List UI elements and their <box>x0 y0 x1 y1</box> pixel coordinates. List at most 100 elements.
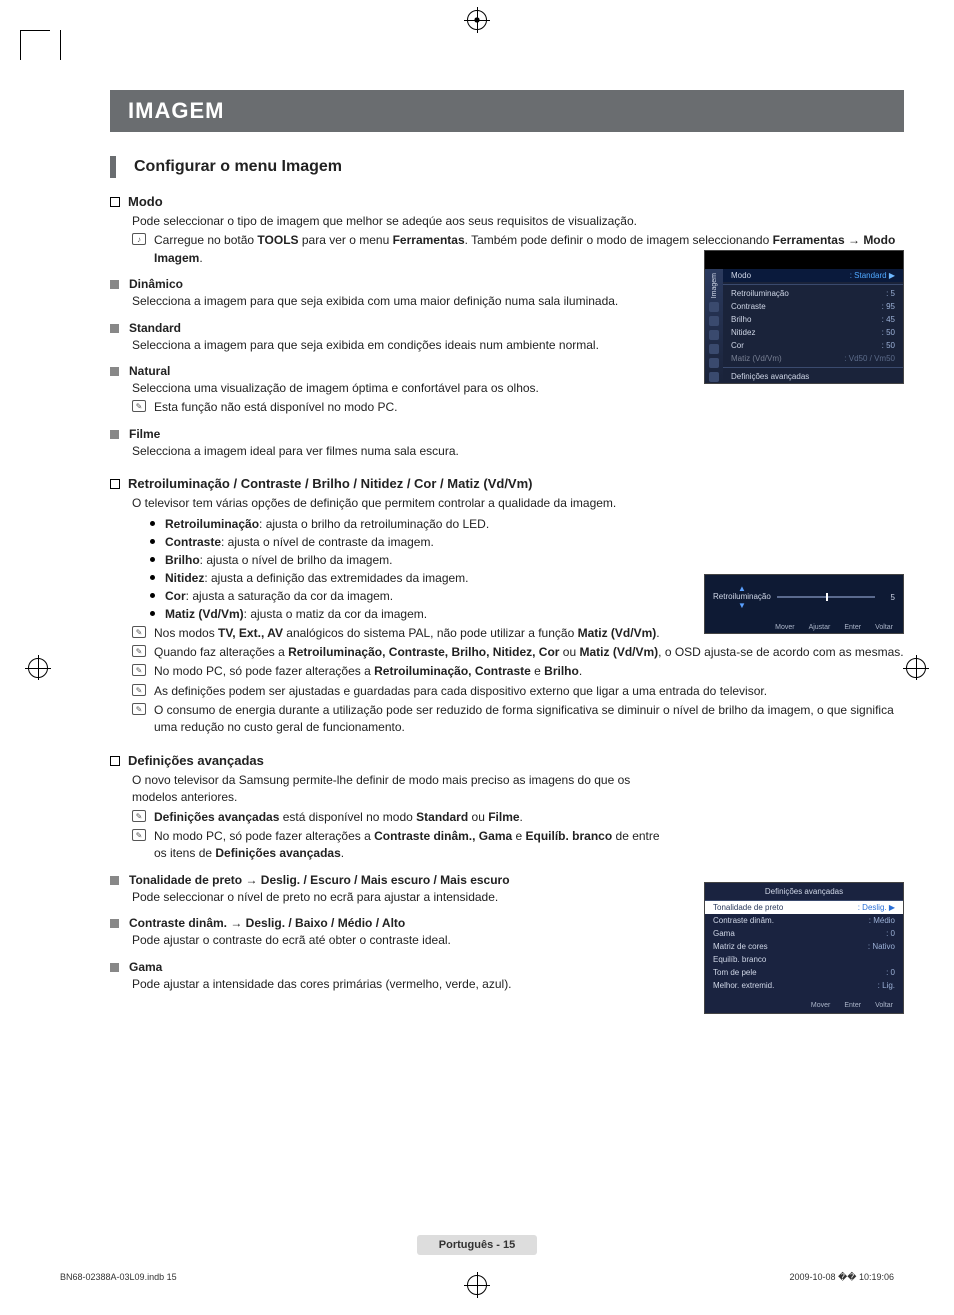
osd-icon <box>709 330 719 340</box>
note-icon: ✎ <box>132 810 146 822</box>
bullet-dot-icon <box>150 593 155 598</box>
body-modo: Pode seleccionar o tipo de imagem que me… <box>132 213 904 230</box>
osd-icon <box>709 302 719 312</box>
imprint-line: BN68-02388A-03L09.indb 15 2009-10-08 �� … <box>60 1272 894 1283</box>
square-bullet-icon <box>110 876 119 885</box>
section-bar-icon <box>110 156 116 178</box>
osd-row: Melhor. extremid.: Lig. <box>705 979 903 992</box>
text: Nos modos TV, Ext., AV analógicos do sis… <box>154 625 660 642</box>
bullet-dot-icon <box>150 539 155 544</box>
square-bullet-icon <box>110 963 119 972</box>
note-retro-3: ✎ No modo PC, só pode fazer alterações a… <box>132 663 904 680</box>
text: Quando faz alterações a Retroiluminação,… <box>154 644 904 661</box>
document-page: IMAGEM Configurar o menu Imagem Modo Pod… <box>0 0 954 993</box>
note-icon: ✎ <box>132 645 146 657</box>
text: No modo PC, só pode fazer alterações a C… <box>154 828 672 863</box>
text: Retroiluminação: ajusta o brilho da retr… <box>165 515 489 533</box>
bullet-dot-icon <box>150 611 155 616</box>
note-icon: ✎ <box>132 626 146 638</box>
heading-defav: Definições avançadas <box>110 753 904 768</box>
osd-icon <box>709 344 719 354</box>
osd-row: Matriz de cores: Nativo <box>705 940 903 953</box>
osd-title: Definições avançadas <box>705 883 903 901</box>
osd-screenshot-mode: Imagem Modo : Standard ▶ Retroiluminação… <box>704 250 904 384</box>
bullet-item: Retroiluminação: ajusta o brilho da retr… <box>150 515 904 533</box>
osd-screenshot-advanced: Definições avançadas Tonalidade de preto… <box>704 882 904 1014</box>
text: Brilho: ajusta o nível de brilho da imag… <box>165 551 392 569</box>
square-bullet-icon <box>110 919 119 928</box>
square-bullet-icon <box>110 367 119 376</box>
osd-row-selected: Modo : Standard ▶ <box>723 269 903 282</box>
note-defav-1: ✎ Definições avançadas está disponível n… <box>132 809 904 826</box>
body-defav-intro: O novo televisor da Samsung permite-lhe … <box>132 772 672 807</box>
osd-icon <box>709 316 719 326</box>
text: Nitidez: ajusta a definição das extremid… <box>165 569 469 587</box>
osd-footer-item: Voltar <box>875 624 893 631</box>
text: Definições avançadas está disponível no … <box>154 809 523 826</box>
body-retro-intro: O televisor tem várias opções de definiç… <box>132 495 904 512</box>
text: O consumo de energia durante a utilizaçã… <box>154 702 904 737</box>
note-retro-2: ✎ Quando faz alterações a Retroiluminaçã… <box>132 644 904 661</box>
note-icon: ✎ <box>132 684 146 696</box>
page-footer: Português - 15 <box>0 1235 954 1255</box>
osd-row: Cor: 50 <box>723 339 903 352</box>
square-bullet-icon <box>110 280 119 289</box>
note-icon: ✎ <box>132 400 146 412</box>
osd-row: Retroiluminação: 5 <box>723 287 903 300</box>
osd-footer-item: Ajustar <box>809 624 831 631</box>
osd-row: Matiz (Vd/Vm): Vd50 / Vm50 <box>723 352 903 365</box>
osd-row: Tonalidade de preto: Deslig. ▶ <box>705 901 903 914</box>
checkbox-marker-icon <box>110 197 120 207</box>
osd-row: Gama: 0 <box>705 927 903 940</box>
bullet-item: Brilho: ajusta o nível de brilho da imag… <box>150 551 904 569</box>
osd-footer-item: Enter <box>844 624 861 631</box>
bullet-dot-icon <box>150 521 155 526</box>
square-bullet-icon <box>110 324 119 333</box>
osd-row: Nitidez: 50 <box>723 326 903 339</box>
imprint-left: BN68-02388A-03L09.indb 15 <box>60 1272 177 1283</box>
osd-footer-item: Enter <box>844 1002 861 1009</box>
note-icon: ✎ <box>132 829 146 841</box>
imprint-right: 2009-10-08 �� 10:19:06 <box>789 1272 894 1283</box>
osd-row: Brilho: 45 <box>723 313 903 326</box>
tools-icon: ♪ <box>132 233 146 245</box>
note-natural: ✎ Esta função não está disponível no mod… <box>132 399 904 416</box>
text: Esta função não está disponível no modo … <box>154 399 398 416</box>
checkbox-marker-icon <box>110 479 120 489</box>
bullet-item: Contraste: ajusta o nível de contraste d… <box>150 533 904 551</box>
text: No modo PC, só pode fazer alterações a R… <box>154 663 582 680</box>
osd-row: Contraste dinâm.: Médio <box>705 914 903 927</box>
text: Pode seleccionar o tipo de imagem que me… <box>132 213 904 230</box>
text: Matiz (Vd/Vm): ajusta o matiz da cor da … <box>165 605 427 623</box>
osd-row: Definições avançadas <box>723 370 903 383</box>
osd-side-label: Imagem <box>711 273 718 298</box>
bullet-dot-icon <box>150 557 155 562</box>
osd-screenshot-slider: ▲ Retroiluminação ▼ 5 Mover Ajustar Ente… <box>704 574 904 634</box>
osd-row: Contraste: 95 <box>723 300 903 313</box>
heading-modo: Modo <box>110 194 904 209</box>
osd-footer-item: Voltar <box>875 1002 893 1009</box>
osd-icon <box>709 358 719 368</box>
chapter-title: IMAGEM <box>110 90 904 132</box>
section-header: Configurar o menu Imagem <box>110 156 904 178</box>
page-number-pill: Português - 15 <box>417 1235 537 1255</box>
body-filme: Selecciona a imagem ideal para ver filme… <box>132 443 904 460</box>
osd-slider-value: 5 <box>881 593 895 602</box>
osd-icon <box>709 372 719 382</box>
osd-footer-item: Mover <box>775 624 794 631</box>
note-retro-5: ✎ O consumo de energia durante a utiliza… <box>132 702 904 737</box>
note-defav-2: ✎ No modo PC, só pode fazer alterações a… <box>132 828 672 863</box>
square-bullet-icon <box>110 430 119 439</box>
osd-slider-track <box>777 596 875 598</box>
note-retro-4: ✎ As definições podem ser ajustadas e gu… <box>132 683 904 700</box>
note-icon: ✎ <box>132 703 146 715</box>
heading-filme: Filme <box>110 427 904 441</box>
chevron-right-icon: ▶ <box>889 903 895 912</box>
section-title: Configurar o menu Imagem <box>134 158 342 176</box>
osd-row: Tom de pele: 0 <box>705 966 903 979</box>
chevron-right-icon: ▶ <box>889 271 895 280</box>
checkbox-marker-icon <box>110 756 120 766</box>
note-icon: ✎ <box>132 664 146 676</box>
heading-retro: Retroiluminação / Contraste / Brilho / N… <box>110 476 904 491</box>
osd-row: Equilíb. branco <box>705 953 903 966</box>
